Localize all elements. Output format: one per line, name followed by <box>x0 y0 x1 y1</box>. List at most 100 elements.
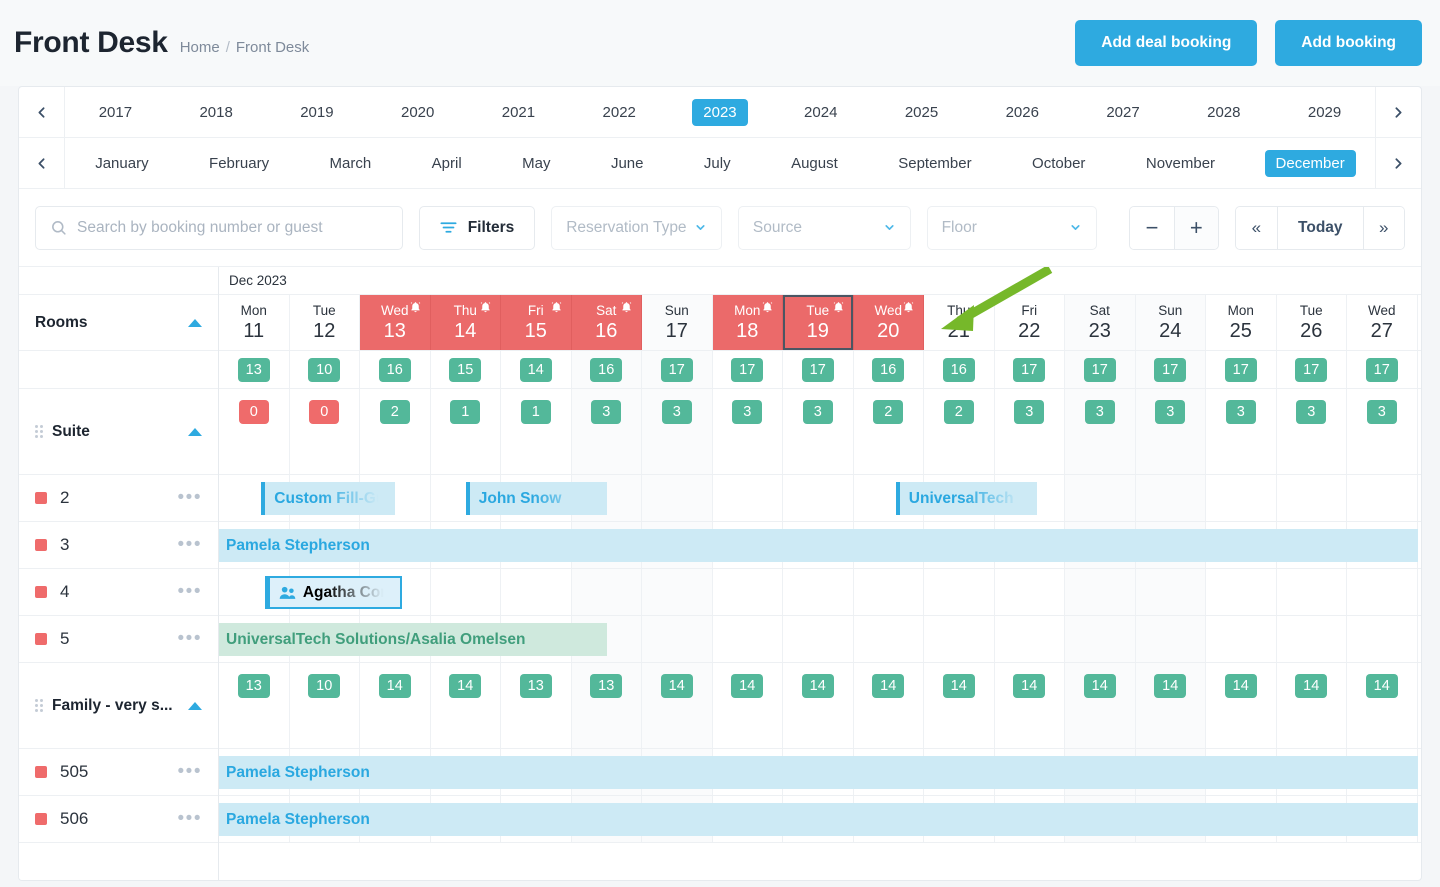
year-option-2026[interactable]: 2026 <box>995 99 1050 126</box>
day-column-25[interactable]: Mon 25 <box>1206 295 1277 350</box>
room-menu-button[interactable]: ••• <box>178 488 202 507</box>
year-option-2025[interactable]: 2025 <box>894 99 949 126</box>
year-option-2021[interactable]: 2021 <box>491 99 546 126</box>
day-column-24[interactable]: Sun 24 <box>1135 295 1206 350</box>
month-option-may[interactable]: May <box>511 150 561 177</box>
group-header-0: Suite <box>19 389 218 475</box>
alert-bell-icon <box>833 302 843 313</box>
day-column-17[interactable]: Sun 17 <box>642 295 713 350</box>
month-prev-button[interactable] <box>19 138 65 188</box>
month-option-march[interactable]: March <box>319 150 383 177</box>
year-option-2023[interactable]: 2023 <box>692 98 748 126</box>
booking-label: Custom Fill-Gu <box>274 489 386 507</box>
room-row: 4 ••• <box>19 569 218 616</box>
group-availability-badge: 2 <box>943 400 974 424</box>
month-option-january[interactable]: January <box>84 150 159 177</box>
year-option-2018[interactable]: 2018 <box>188 99 243 126</box>
booking-bar[interactable]: Pamela Stepherson <box>219 803 1418 836</box>
month-option-june[interactable]: June <box>600 150 655 177</box>
room-menu-button[interactable]: ••• <box>178 762 202 781</box>
day-of-week: Thu <box>947 303 971 318</box>
search-input[interactable] <box>77 218 388 237</box>
timeline-days-row: Mon 11 Tue 12 Wed 13 Thu 14 Fri 15 Sat 16 Sun 17 Mon 18… <box>219 295 1421 351</box>
room-menu-button[interactable]: ••• <box>178 629 202 648</box>
drag-handle-icon[interactable] <box>35 699 43 712</box>
group-name-label: Suite <box>52 422 90 440</box>
booking-bar[interactable]: UniversalTech Solutions/Asalia Omelsen <box>219 623 607 656</box>
room-menu-button[interactable]: ••• <box>178 535 202 554</box>
year-option-2017[interactable]: 2017 <box>88 99 143 126</box>
month-option-december[interactable]: December <box>1264 149 1356 177</box>
room-menu-button[interactable]: ••• <box>178 582 202 601</box>
year-option-2027[interactable]: 2027 <box>1095 99 1150 126</box>
month-option-february[interactable]: February <box>198 150 280 177</box>
day-column-22[interactable]: Fri 22 <box>995 295 1065 350</box>
day-column-27[interactable]: Wed 27 <box>1347 295 1418 350</box>
room-left-wrap: 506 <box>35 809 88 829</box>
year-next-button[interactable] <box>1375 87 1421 137</box>
day-column-26[interactable]: Tue 26 <box>1277 295 1347 350</box>
add-booking-button[interactable]: Add booking <box>1275 20 1422 66</box>
floor-dropdown[interactable]: Floor <box>926 205 1098 250</box>
booking-bar[interactable]: Pamela Stepherson <box>219 529 1418 562</box>
day-column-11[interactable]: Mon 11 <box>219 295 290 350</box>
day-column-12[interactable]: Tue 12 <box>290 295 360 350</box>
day-column-21[interactable]: Thu 21 <box>924 295 995 350</box>
month-option-november[interactable]: November <box>1135 150 1226 177</box>
booking-bar[interactable]: Pamela Stepherson <box>219 756 1418 789</box>
today-button[interactable]: Today <box>1277 206 1363 249</box>
month-option-august[interactable]: August <box>780 150 849 177</box>
group-availability-badge: 14 <box>872 674 905 698</box>
room-menu-button[interactable]: ••• <box>178 809 202 828</box>
nav-next-button[interactable]: » <box>1362 206 1404 249</box>
group-collapse-icon[interactable] <box>188 427 202 436</box>
breadcrumb-home[interactable]: Home <box>180 39 220 56</box>
year-option-2029[interactable]: 2029 <box>1297 99 1352 126</box>
group-collapse-icon[interactable] <box>188 701 202 710</box>
group-availability-badge: 3 <box>661 400 692 424</box>
day-of-week: Tue <box>312 303 336 318</box>
booking-bar[interactable]: John Snow <box>465 482 607 515</box>
month-option-september[interactable]: September <box>887 150 982 177</box>
room-row: 3 ••• <box>19 522 218 569</box>
search-box[interactable] <box>35 205 403 250</box>
source-dropdown[interactable]: Source <box>737 205 911 250</box>
timeline-room-column: Rooms Suite 2 ••• 3 ••• 4 ••• 5 ••• Family - very … <box>19 267 219 880</box>
filters-button[interactable]: Filters <box>418 205 536 250</box>
day-column-14[interactable]: Thu 14 <box>430 295 501 350</box>
zoom-in-button[interactable]: + <box>1173 206 1218 249</box>
booking-bar[interactable]: Custom Fill-Gu <box>261 482 396 515</box>
year-prev-button[interactable] <box>19 87 65 137</box>
month-option-october[interactable]: October <box>1021 150 1096 177</box>
month-next-button[interactable] <box>1375 138 1421 188</box>
day-of-week: Sun <box>664 303 689 318</box>
month-option-april[interactable]: April <box>421 150 473 177</box>
drag-handle-icon[interactable] <box>35 425 43 438</box>
day-column-19[interactable]: Tue 19 <box>783 295 854 350</box>
booking-bar[interactable]: Agatha Confer <box>264 576 403 609</box>
year-option-2024[interactable]: 2024 <box>793 99 848 126</box>
year-option-2020[interactable]: 2020 <box>390 99 445 126</box>
day-of-week: Sat <box>596 303 617 318</box>
add-deal-booking-button[interactable]: Add deal booking <box>1075 20 1258 66</box>
zoom-out-button[interactable]: − <box>1130 206 1174 249</box>
year-option-2019[interactable]: 2019 <box>289 99 344 126</box>
nav-prev-button[interactable]: « <box>1235 206 1278 249</box>
group-availability-badge: 3 <box>1366 400 1397 424</box>
timeline-grid: Dec 2023 Mon 11 Tue 12 Wed 13 Thu 14 Fri 15 Sat 16 Su… <box>219 267 1421 880</box>
day-column-18[interactable]: Mon 18 <box>712 295 783 350</box>
month-option-july[interactable]: July <box>693 150 742 177</box>
reservation-type-dropdown[interactable]: Reservation Type <box>551 205 722 250</box>
day-column-16[interactable]: Sat 16 <box>571 295 642 350</box>
year-option-2022[interactable]: 2022 <box>592 99 647 126</box>
booking-bar[interactable]: UniversalTech <box>895 482 1037 515</box>
rooms-collapse-icon[interactable] <box>188 318 202 327</box>
rooms-header-label: Rooms <box>35 313 88 331</box>
day-column-15[interactable]: Fri 15 <box>501 295 572 350</box>
year-option-2028[interactable]: 2028 <box>1196 99 1251 126</box>
day-column-13[interactable]: Wed 13 <box>360 295 431 350</box>
day-of-week: Tue <box>1299 303 1323 318</box>
day-column-23[interactable]: Sat 23 <box>1065 295 1136 350</box>
day-number: 24 <box>1159 320 1182 342</box>
day-column-20[interactable]: Wed 20 <box>853 295 924 350</box>
